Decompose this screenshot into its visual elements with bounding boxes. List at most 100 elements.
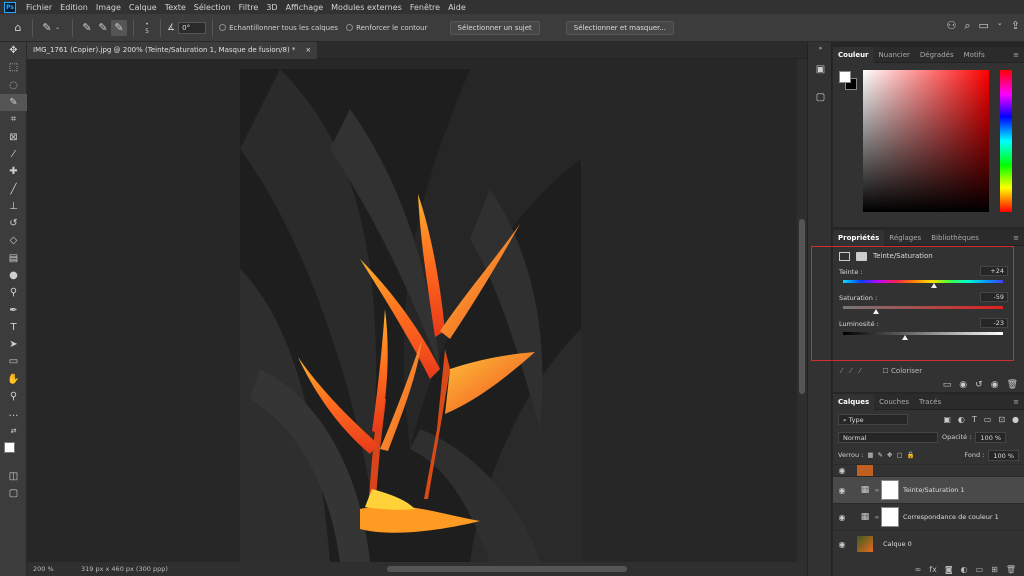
healing-brush-tool-icon[interactable]: ✚ bbox=[0, 163, 27, 180]
photoshop-logo[interactable]: Ps bbox=[4, 1, 16, 13]
document-image[interactable] bbox=[240, 69, 581, 562]
workspace-icon[interactable]: ▭ bbox=[979, 19, 989, 33]
zoom-level[interactable]: 200 % bbox=[27, 565, 67, 573]
filter-pixel-icon[interactable]: ▣ bbox=[943, 415, 951, 424]
eyedropper-icon[interactable]: ⁄ bbox=[841, 367, 842, 375]
foreground-color-swatch[interactable] bbox=[839, 71, 851, 83]
colorize-checkbox[interactable]: ☐ Coloriser bbox=[883, 367, 923, 375]
screen-mode-icon[interactable]: ▢ bbox=[0, 485, 27, 502]
tab-proprietes[interactable]: Propriétés bbox=[833, 229, 885, 246]
eyedropper-tool-icon[interactable]: ⁄ bbox=[0, 146, 27, 163]
fill-input[interactable]: 100 % bbox=[988, 449, 1019, 461]
menu-image[interactable]: Image bbox=[92, 3, 125, 12]
more-tools-icon[interactable]: … bbox=[0, 405, 27, 422]
new-adjustment-icon[interactable]: ◐ bbox=[961, 565, 968, 574]
hue-slider-knob[interactable] bbox=[931, 283, 938, 288]
delete-layer-icon[interactable]: 🗑 bbox=[1006, 565, 1016, 574]
layer-style-icon[interactable]: fx bbox=[929, 565, 937, 574]
panel-menu-icon[interactable]: ≡ bbox=[1013, 234, 1024, 242]
reset-icon[interactable]: ↺ bbox=[975, 380, 983, 390]
link-icon[interactable]: ∞ bbox=[873, 487, 881, 494]
layer-row[interactable]: ◉ Calque 0 bbox=[833, 530, 1024, 557]
scrollbar-thumb[interactable] bbox=[799, 219, 805, 394]
tab-calques[interactable]: Calques bbox=[833, 393, 875, 410]
quick-mask-icon[interactable]: ◫ bbox=[0, 468, 27, 485]
layer-name[interactable]: Calque 0 bbox=[883, 540, 912, 548]
visibility-eye-icon[interactable]: ◉ bbox=[833, 540, 851, 549]
menu-affichage[interactable]: Affichage bbox=[282, 3, 328, 12]
layer-name[interactable]: Correspondance de couleur 1 bbox=[903, 513, 999, 521]
chevron-down-icon[interactable]: ⌄ bbox=[997, 19, 1003, 33]
tab-couleur[interactable]: Couleur bbox=[833, 46, 874, 63]
color-field[interactable] bbox=[863, 70, 989, 212]
view-previous-icon[interactable]: ◉ bbox=[959, 380, 967, 390]
saturation-value-input[interactable]: -59 bbox=[980, 292, 1008, 302]
filter-shape-icon[interactable]: ▭ bbox=[984, 415, 992, 424]
layer-row-partial[interactable]: ◉ bbox=[833, 464, 1024, 476]
filter-adjustment-icon[interactable]: ◐ bbox=[958, 415, 965, 424]
tab-couches[interactable]: Couches bbox=[874, 394, 914, 410]
hand-tool-icon[interactable]: ✋ bbox=[0, 371, 27, 388]
layer-mask-thumbnail[interactable] bbox=[881, 507, 899, 527]
gradient-tool-icon[interactable]: ▤ bbox=[0, 250, 27, 267]
select-subject-button[interactable]: Sélectionner un sujet bbox=[449, 20, 540, 35]
menu-fenetre[interactable]: Fenêtre bbox=[406, 3, 444, 12]
search-icon[interactable]: ⌕ bbox=[964, 19, 970, 33]
hue-slider[interactable] bbox=[1000, 70, 1012, 212]
new-layer-icon[interactable]: ⊞ bbox=[991, 565, 998, 574]
menu-texte[interactable]: Texte bbox=[161, 3, 190, 12]
home-icon[interactable]: ⌂ bbox=[10, 20, 26, 36]
vertical-scrollbar[interactable] bbox=[797, 59, 807, 562]
menu-aide[interactable]: Aide bbox=[444, 3, 470, 12]
type-tool-icon[interactable]: T bbox=[0, 319, 27, 336]
rectangle-tool-icon[interactable]: ▭ bbox=[0, 353, 27, 370]
lightness-value-input[interactable]: -23 bbox=[980, 318, 1008, 328]
menu-edition[interactable]: Edition bbox=[56, 3, 92, 12]
lock-position-icon[interactable]: ✥ bbox=[887, 451, 892, 459]
visibility-eye-icon[interactable]: ◉ bbox=[833, 513, 851, 522]
new-selection-icon[interactable]: ✎ bbox=[79, 20, 95, 36]
dodge-tool-icon[interactable]: ⚲ bbox=[0, 284, 27, 301]
share-icon[interactable]: ⚇ bbox=[946, 19, 956, 33]
canvas-area[interactable] bbox=[27, 59, 797, 562]
brush-tool-icon[interactable]: ╱ bbox=[0, 180, 27, 197]
layer-row-selected[interactable]: ◉ ▦ ∞ Teinte/Saturation 1 bbox=[833, 476, 1024, 503]
close-tab-icon[interactable]: × bbox=[305, 46, 311, 54]
menu-selection[interactable]: Sélection bbox=[190, 3, 235, 12]
menu-modules-externes[interactable]: Modules externes bbox=[327, 3, 406, 12]
visibility-icon[interactable]: ◉ bbox=[991, 380, 999, 390]
tab-degrades[interactable]: Dégradés bbox=[915, 47, 959, 63]
pen-tool-icon[interactable]: ✒ bbox=[0, 301, 27, 318]
filter-smart-icon[interactable]: ⊡ bbox=[998, 415, 1005, 424]
expand-panels-icon[interactable]: » bbox=[808, 44, 833, 52]
layer-name[interactable]: Teinte/Saturation 1 bbox=[903, 486, 965, 494]
filter-type-icon[interactable]: T bbox=[972, 415, 977, 424]
tab-reglages[interactable]: Réglages bbox=[884, 230, 926, 246]
quick-selection-tool-icon[interactable]: ✎ bbox=[0, 93, 27, 112]
layer-row[interactable]: ◉ ▦ ∞ Correspondance de couleur 1 bbox=[833, 503, 1024, 530]
mask-icon[interactable] bbox=[856, 251, 867, 261]
foreground-color-swatch[interactable] bbox=[4, 441, 15, 453]
eraser-tool-icon[interactable]: ◇ bbox=[0, 232, 27, 249]
tab-motifs[interactable]: Motifs bbox=[959, 47, 990, 63]
layer-filter-dropdown[interactable]: ⌕ Type bbox=[838, 413, 908, 425]
angle-input[interactable]: 0° bbox=[178, 21, 207, 34]
tab-traces[interactable]: Tracés bbox=[914, 394, 946, 410]
crop-tool-icon[interactable]: ⌗ bbox=[0, 111, 27, 128]
tab-nuancier[interactable]: Nuancier bbox=[874, 47, 915, 63]
lock-all-icon[interactable]: 🔒 bbox=[907, 451, 915, 459]
panel-color-swatches[interactable] bbox=[839, 71, 859, 93]
menu-calque[interactable]: Calque bbox=[125, 3, 161, 12]
lightness-slider-knob[interactable] bbox=[901, 335, 908, 340]
filter-toggle-icon[interactable]: ● bbox=[1012, 415, 1019, 424]
saturation-track[interactable] bbox=[843, 306, 1003, 309]
history-panel-icon[interactable]: ▣ bbox=[808, 58, 833, 80]
color-swatches[interactable] bbox=[0, 440, 27, 462]
menu-3d[interactable]: 3D bbox=[262, 3, 281, 12]
eyedropper-minus-icon[interactable]: ⁄ bbox=[859, 367, 860, 375]
tab-bibliotheques[interactable]: Bibliothèques bbox=[926, 230, 984, 246]
move-tool-icon[interactable]: ✥ bbox=[0, 42, 27, 59]
link-layers-icon[interactable]: ∞ bbox=[915, 565, 922, 574]
visibility-eye-icon[interactable]: ◉ bbox=[833, 486, 851, 495]
quick-selection-preset-icon[interactable]: ✎ bbox=[39, 20, 55, 36]
